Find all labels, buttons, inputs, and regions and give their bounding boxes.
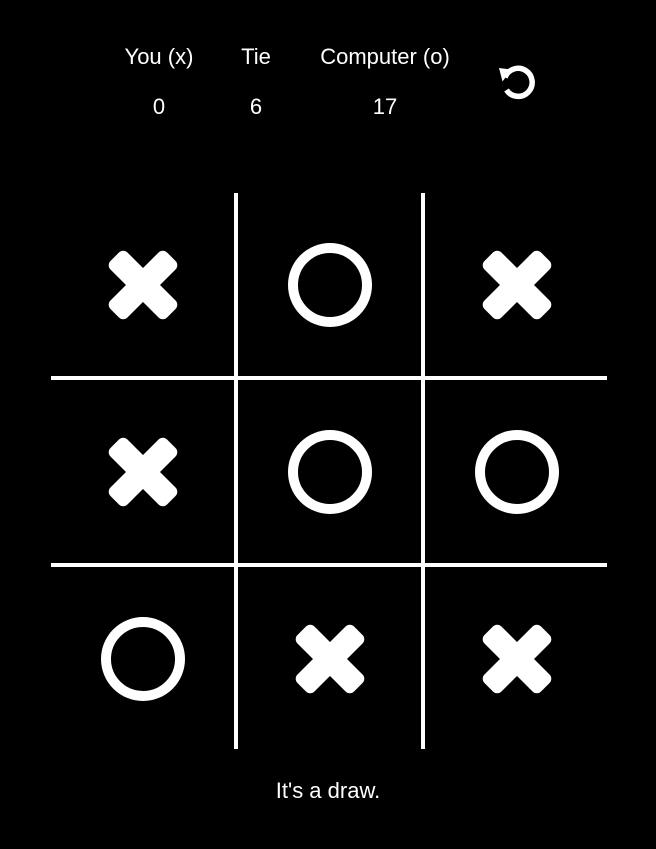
board-cell-6[interactable] bbox=[425, 380, 608, 563]
score-tie: Tie 6 bbox=[226, 44, 286, 120]
x-mark bbox=[108, 250, 177, 319]
board-cell-1[interactable] bbox=[51, 193, 234, 376]
x-mark bbox=[482, 250, 551, 319]
score-tie-value: 6 bbox=[249, 94, 263, 119]
board-cell-8[interactable] bbox=[238, 567, 421, 750]
score-tie-label: Tie bbox=[241, 44, 271, 69]
board-cell-4[interactable] bbox=[51, 380, 234, 563]
score-you-value: 0 bbox=[152, 94, 166, 119]
o-mark bbox=[474, 429, 559, 514]
game-status: It's a draw. bbox=[275, 778, 381, 803]
score-you-label: You (x) bbox=[124, 44, 194, 69]
board-cell-2[interactable] bbox=[238, 193, 421, 376]
o-mark bbox=[287, 429, 372, 514]
x-mark bbox=[108, 437, 177, 506]
board-cell-7[interactable] bbox=[51, 567, 234, 750]
score-computer: Computer (o) 17 bbox=[306, 44, 464, 120]
score-you: You (x) 0 bbox=[108, 44, 210, 120]
board-cell-9[interactable] bbox=[425, 567, 608, 750]
score-computer-label: Computer (o) bbox=[320, 44, 450, 69]
restart-icon bbox=[499, 65, 535, 100]
score-computer-value: 17 bbox=[372, 94, 398, 119]
x-mark bbox=[295, 624, 364, 693]
board-cell-5[interactable] bbox=[238, 380, 421, 563]
o-mark bbox=[287, 242, 372, 327]
board-cell-3[interactable] bbox=[425, 193, 608, 376]
restart-button[interactable] bbox=[496, 60, 540, 104]
x-mark bbox=[482, 624, 551, 693]
game-board bbox=[51, 193, 607, 749]
o-mark bbox=[100, 616, 185, 701]
